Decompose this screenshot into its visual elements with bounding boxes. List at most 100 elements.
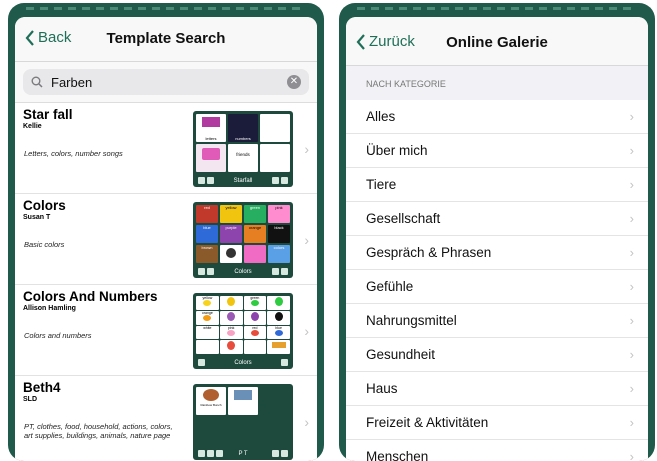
thumb-cell: black — [268, 225, 290, 243]
section-header: NACH KATEGORIE — [346, 66, 648, 100]
back-label: Zurück — [369, 33, 415, 50]
thumb-footer: Colors — [196, 266, 290, 278]
thumb-cell: numbers — [228, 114, 258, 142]
chevron-right-icon: › — [629, 381, 634, 396]
thumb-cell: yellow — [196, 296, 219, 310]
category-item[interactable]: Gespräch & Phrasen › — [346, 236, 648, 270]
result-row[interactable]: Colors Susan T Basic colors red yellow g… — [15, 194, 317, 285]
thumb-cell — [260, 417, 290, 445]
category-list: Alles › Über mich › Tiere › Gesellschaft › G… — [346, 100, 648, 461]
chevron-right-icon: › — [629, 245, 634, 260]
thumb-cell: orange — [196, 310, 219, 325]
thumb-cell: blue — [267, 325, 290, 340]
category-label: Tiere — [366, 177, 397, 192]
chevron-right-icon: › — [304, 414, 309, 430]
thumb-cell — [219, 340, 243, 354]
thumb-cell — [243, 340, 267, 354]
thumb-cell — [196, 340, 219, 354]
category-label: Alles — [366, 109, 396, 124]
online-gallery-screen: Zurück Online Galerie NACH KATEGORIE All… — [346, 17, 648, 461]
result-description: Colors and numbers — [24, 331, 92, 340]
thumb-cell: friends — [228, 144, 258, 172]
thumb-cell — [228, 417, 258, 445]
thumb-cell — [244, 245, 266, 263]
result-description: Letters, colors, number songs — [24, 149, 123, 158]
thumb-cell — [260, 387, 290, 415]
nav-bar: Back Template Search — [15, 17, 317, 62]
chevron-right-icon: › — [629, 109, 634, 124]
result-row[interactable]: Beth4 SLD PT, clothes, food, household, … — [15, 376, 317, 461]
category-label: Haus — [366, 381, 398, 396]
search-bar: ✕ — [15, 62, 317, 103]
category-item[interactable]: Tiere › — [346, 168, 648, 202]
thumb-cell — [228, 387, 258, 415]
result-row[interactable]: Colors And Numbers Allison Hamling Color… — [15, 285, 317, 376]
thumb-cell — [219, 296, 243, 310]
chevron-right-icon: › — [629, 143, 634, 158]
back-button[interactable]: Zurück — [356, 33, 415, 50]
thumb-footer: Colors — [196, 357, 290, 369]
thumb-cell: brown — [196, 245, 218, 263]
thumb-footer: Starfall — [196, 175, 290, 187]
thumb-cell — [243, 310, 267, 325]
thumb-cell: purple — [220, 225, 242, 243]
category-item[interactable]: Freizeit & Aktivitäten › — [346, 406, 648, 440]
category-item[interactable]: Menschen › — [346, 440, 648, 461]
thumb-footer: P T — [196, 448, 290, 460]
category-label: Menschen — [366, 449, 429, 461]
category-label: Gefühle — [366, 279, 414, 294]
thumb-cell: pink — [219, 325, 243, 340]
thumb-cell: red — [196, 205, 218, 223]
category-label: Nahrungsmittel — [366, 313, 457, 328]
result-description: Basic colors — [24, 240, 65, 249]
category-label: Freizeit & Aktivitäten — [366, 415, 489, 430]
category-item[interactable]: Gesellschaft › — [346, 202, 648, 236]
chevron-right-icon: › — [629, 449, 634, 461]
thumb-cell — [219, 310, 243, 325]
chevron-left-icon — [25, 29, 34, 46]
search-field[interactable]: ✕ — [23, 69, 309, 95]
category-item[interactable]: Haus › — [346, 372, 648, 406]
thumb-cell: green — [244, 205, 266, 223]
thumb-cell — [220, 245, 242, 263]
thumb-cell: red — [243, 325, 267, 340]
category-item[interactable]: Nahrungsmittel › — [346, 304, 648, 338]
category-item[interactable]: Über mich › — [346, 134, 648, 168]
category-label: Gesundheit — [366, 347, 436, 362]
category-item[interactable]: Alles › — [346, 100, 648, 134]
result-row[interactable]: Star fall Kellie Letters, colors, number… — [15, 103, 317, 194]
chevron-right-icon: › — [304, 141, 309, 157]
template-thumbnail: yellow green orange white pink red blue — [193, 293, 293, 369]
thumb-cell — [267, 340, 290, 354]
right-device-frame: Zurück Online Galerie NACH KATEGORIE All… — [339, 3, 655, 461]
thumb-cell: green — [243, 296, 267, 310]
back-button[interactable]: Back — [25, 29, 71, 46]
clear-search-icon[interactable]: ✕ — [287, 75, 301, 89]
thumb-cell: yellow — [220, 205, 242, 223]
thumb-cell: blue — [196, 225, 218, 243]
thumb-cell — [260, 144, 290, 172]
chevron-right-icon: › — [304, 323, 309, 339]
nav-bar: Zurück Online Galerie — [346, 17, 648, 66]
search-icon — [31, 76, 43, 88]
template-thumbnail: Rainbow Bunch P T — [193, 384, 293, 460]
frame-dashes — [26, 7, 306, 10]
template-thumbnail: letters numbers friends Starfall — [193, 111, 293, 187]
chevron-right-icon: › — [629, 177, 634, 192]
left-device-frame: Back Template Search ✕ Star fall Kellie … — [8, 3, 324, 461]
search-input[interactable] — [49, 73, 287, 91]
thumb-cell: letters — [196, 114, 226, 142]
thumb-cell: Rainbow Bunch — [196, 387, 226, 415]
thumb-cell: pink — [268, 205, 290, 223]
template-thumbnail: red yellow green pink blue purple orange… — [193, 202, 293, 278]
chevron-left-icon — [356, 33, 365, 50]
thumb-cell — [196, 144, 226, 172]
chevron-right-icon: › — [629, 313, 634, 328]
thumb-cell: orange — [244, 225, 266, 243]
category-item[interactable]: Gesundheit › — [346, 338, 648, 372]
category-item[interactable]: Gefühle › — [346, 270, 648, 304]
category-label: Gesellschaft — [366, 211, 441, 226]
chevron-right-icon: › — [629, 347, 634, 362]
category-label: Gespräch & Phrasen — [366, 245, 492, 260]
frame-dashes — [357, 7, 637, 10]
